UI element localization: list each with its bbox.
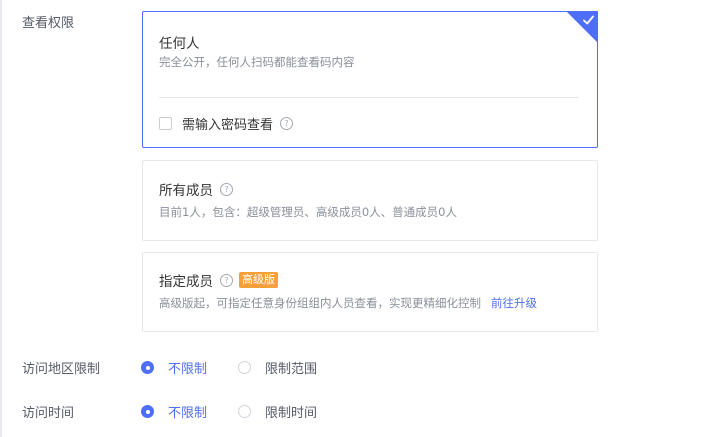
premium-badge: 高级版 xyxy=(239,272,278,288)
checkbox-icon[interactable] xyxy=(159,117,172,130)
radio-icon[interactable] xyxy=(238,361,252,374)
option-title-row-all-members: 所有成员 ? xyxy=(159,179,233,199)
option-desc-anyone: 完全公开，任何人扫码都能查看码内容 xyxy=(159,55,355,69)
radio-label-region-limited: 限制范围 xyxy=(265,362,318,377)
left-edge-bar xyxy=(0,0,2,437)
radio-region-limited[interactable]: 限制范围 xyxy=(238,358,317,377)
radio-label-time-unlimited: 不限制 xyxy=(168,406,208,421)
region-limit-label: 访问地区限制 xyxy=(22,362,101,377)
password-required-label: 需输入密码查看 xyxy=(182,118,274,133)
password-required-checkbox-row[interactable]: 需输入密码查看 ? xyxy=(159,114,294,133)
check-icon xyxy=(583,15,594,25)
radio-label-time-limited: 限制时间 xyxy=(265,406,318,421)
option-title-all-members: 所有成员 xyxy=(159,183,213,199)
time-limit-radio-group: 不限制 限制时间 xyxy=(141,402,317,421)
help-icon[interactable]: ? xyxy=(280,117,294,130)
radio-region-unlimited[interactable]: 不限制 xyxy=(141,358,207,377)
help-icon[interactable]: ? xyxy=(220,273,233,287)
upgrade-link[interactable]: 前往升级 xyxy=(491,296,537,310)
help-icon[interactable]: ? xyxy=(220,182,233,196)
option-title-specific-members: 指定成员 xyxy=(159,274,213,290)
divider xyxy=(159,97,579,98)
option-card-anyone[interactable]: 任何人 完全公开，任何人扫码都能查看码内容 需输入密码查看 ? xyxy=(142,11,598,148)
time-limit-label: 访问时间 xyxy=(22,406,75,421)
selected-corner xyxy=(566,11,598,43)
option-desc-all-members: 目前1人，包含：超级管理员、高级成员0人、普通成员0人 xyxy=(159,205,457,219)
radio-icon[interactable] xyxy=(238,405,252,418)
radio-icon[interactable] xyxy=(141,361,154,374)
radio-label-region-unlimited: 不限制 xyxy=(168,362,208,377)
option-card-specific-members[interactable]: 指定成员 ? 高级版 高级版起，可指定任意身份组组内人员查看，实现更精细化控制前… xyxy=(142,252,598,332)
option-desc-specific-members: 高级版起，可指定任意身份组组内人员查看，实现更精细化控制 xyxy=(159,296,481,310)
option-desc-row-specific-members: 高级版起，可指定任意身份组组内人员查看，实现更精细化控制 前往升级 xyxy=(159,295,537,311)
option-card-all-members[interactable]: 所有成员 ? 目前1人，包含：超级管理员、高级成员0人、普通成员0人 xyxy=(142,160,598,241)
radio-time-limited[interactable]: 限制时间 xyxy=(238,402,317,421)
radio-time-unlimited[interactable]: 不限制 xyxy=(141,402,207,421)
region-limit-radio-group: 不限制 限制范围 xyxy=(141,358,317,377)
option-title-anyone: 任何人 xyxy=(159,36,200,52)
view-permission-label: 查看权限 xyxy=(22,16,75,31)
radio-icon[interactable] xyxy=(141,405,154,418)
option-title-row-specific-members: 指定成员 ? 高级版 xyxy=(159,270,278,290)
